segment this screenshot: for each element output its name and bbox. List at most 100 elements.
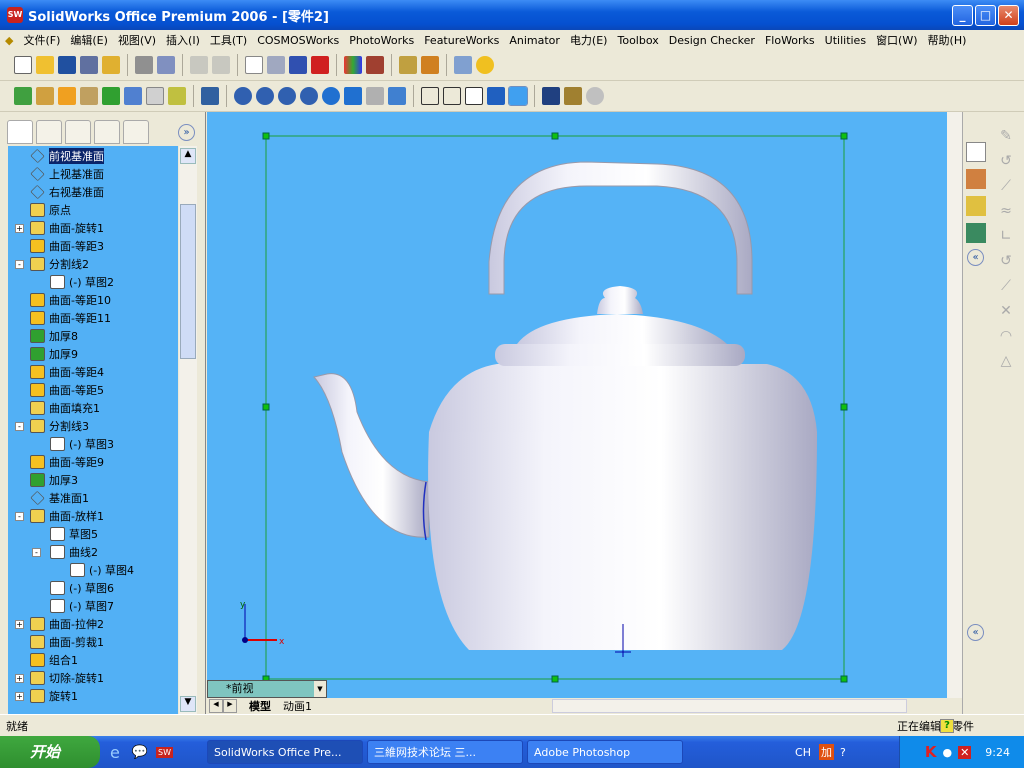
equations-icon[interactable] bbox=[399, 56, 417, 74]
menu-tools[interactable]: 工具(T) bbox=[205, 32, 252, 48]
expand-toggle-icon[interactable]: + bbox=[15, 673, 24, 683]
viewport-vertical-scrollbar[interactable] bbox=[947, 112, 962, 698]
rebuild-icon[interactable] bbox=[311, 56, 329, 74]
ie-quicklaunch-icon[interactable]: e bbox=[110, 743, 120, 762]
home-icon[interactable] bbox=[966, 142, 986, 162]
language-indicator[interactable]: CH bbox=[795, 746, 811, 759]
save-icon[interactable] bbox=[58, 56, 76, 74]
tab-animation1[interactable]: 动画1 bbox=[283, 698, 312, 714]
tree-item[interactable]: 原点 bbox=[30, 201, 71, 219]
expand-toggle-icon[interactable]: - bbox=[15, 421, 24, 431]
ime-icon[interactable]: 加 bbox=[818, 744, 834, 760]
wireframe-icon[interactable] bbox=[421, 87, 439, 105]
expand-toggle-icon[interactable]: + bbox=[15, 619, 24, 629]
tree-item[interactable]: 前视基准面 bbox=[30, 147, 104, 165]
hidden-lines-removed-icon[interactable] bbox=[465, 87, 483, 105]
tree-item[interactable]: + 切除-旋转1 bbox=[15, 669, 104, 687]
menu-featureworks[interactable]: FeatureWorks bbox=[419, 34, 504, 47]
tree-item[interactable]: - 曲面-放样1 bbox=[15, 507, 104, 525]
sketch-tools-toolbar[interactable]: ✎ ↺ ⟋ ≈ ∟ ↺ ⟋ ✕ ◠ △ bbox=[996, 124, 1016, 369]
help-status-icon[interactable]: ? bbox=[940, 719, 954, 733]
tree-item[interactable]: (-) 草图4 bbox=[70, 561, 134, 579]
tree-item[interactable]: 草图5 bbox=[50, 525, 98, 543]
rotate-icon[interactable] bbox=[322, 87, 340, 105]
preview-icon[interactable] bbox=[157, 56, 175, 74]
minimize-button[interactable]: _ bbox=[952, 5, 973, 26]
menu-app-icon[interactable]: ◆ bbox=[0, 34, 18, 47]
tree-item[interactable]: 曲面-等距5 bbox=[30, 381, 104, 399]
menu-animator[interactable]: Animator bbox=[504, 34, 565, 47]
task-forum-browser[interactable]: 三維网技术论坛 三... bbox=[367, 740, 524, 764]
collapse-pane-icon[interactable]: « bbox=[967, 249, 984, 266]
reference-geometry-icon[interactable] bbox=[58, 87, 76, 105]
tree-item[interactable]: (-) 草图3 bbox=[50, 435, 114, 453]
menu-help[interactable]: 帮助(H) bbox=[923, 32, 972, 48]
tree-item[interactable]: 组合1 bbox=[30, 651, 78, 669]
tab-photoworks[interactable] bbox=[94, 120, 120, 144]
realview-icon[interactable] bbox=[586, 87, 604, 105]
zoom-to-selection-icon[interactable] bbox=[300, 87, 318, 105]
tree-item[interactable]: 曲面-等距10 bbox=[30, 291, 111, 309]
task-photoshop[interactable]: Adobe Photoshop bbox=[527, 740, 684, 764]
tree-item[interactable]: 基准面1 bbox=[30, 489, 89, 507]
menu-view[interactable]: 视图(V) bbox=[113, 32, 161, 48]
file-explorer-icon[interactable] bbox=[966, 196, 986, 216]
ime-help-icon[interactable]: ? bbox=[840, 746, 846, 759]
menu-edit[interactable]: 编辑(E) bbox=[65, 32, 113, 48]
menu-insert[interactable]: 插入(I) bbox=[161, 32, 205, 48]
make-drawing-icon[interactable] bbox=[102, 56, 120, 74]
menu-electrical[interactable]: 电力(E) bbox=[565, 32, 613, 48]
undo-icon[interactable] bbox=[190, 56, 208, 74]
menu-design-checker[interactable]: Design Checker bbox=[664, 34, 760, 47]
menu-utilities[interactable]: Utilities bbox=[820, 34, 871, 47]
tree-item[interactable]: - 曲线2 bbox=[32, 543, 98, 561]
perspective-icon[interactable] bbox=[564, 87, 582, 105]
view-orientation-icon[interactable] bbox=[388, 87, 406, 105]
tree-item[interactable]: (-) 草图2 bbox=[50, 273, 114, 291]
zoom-to-fit-icon[interactable] bbox=[234, 87, 252, 105]
graphics-viewport[interactable]: xy *前视 ▼ bbox=[207, 112, 962, 698]
tree-scrollbar[interactable]: ▲ ▼ bbox=[179, 146, 197, 714]
tab-scroll-right[interactable]: ▶ bbox=[223, 699, 237, 713]
help-icon[interactable] bbox=[476, 56, 494, 74]
tree-item[interactable]: 曲面填充1 bbox=[30, 399, 100, 417]
tree-item[interactable]: 加厚8 bbox=[30, 327, 78, 345]
tree-item[interactable]: + 旋转1 bbox=[15, 687, 78, 705]
tree-item[interactable]: 曲面-等距9 bbox=[30, 453, 104, 471]
photoworks-icon[interactable] bbox=[421, 56, 439, 74]
tray-close-icon[interactable]: ✕ bbox=[958, 745, 972, 759]
tree-item[interactable]: (-) 草图6 bbox=[50, 579, 114, 597]
expand-toggle-icon[interactable]: - bbox=[15, 511, 24, 521]
new-icon[interactable] bbox=[14, 56, 32, 74]
shaded-icon[interactable] bbox=[508, 86, 528, 106]
select-icon[interactable] bbox=[245, 56, 263, 74]
expand-panel-icon[interactable]: » bbox=[178, 124, 195, 141]
tab-model[interactable]: 模型 bbox=[249, 698, 271, 714]
task-solidworks[interactable]: SolidWorks Office Pre... bbox=[207, 740, 364, 764]
tree-item[interactable]: (-) 草图7 bbox=[50, 597, 114, 615]
print-preview-icon[interactable] bbox=[80, 56, 98, 74]
scroll-up-button[interactable]: ▲ bbox=[180, 148, 196, 164]
tab-feature-manager[interactable] bbox=[7, 120, 33, 144]
select-filter-icon[interactable] bbox=[267, 56, 285, 74]
scroll-down-button[interactable]: ▼ bbox=[180, 696, 196, 712]
tree-item[interactable]: 上视基准面 bbox=[30, 165, 104, 183]
expand-toggle-icon[interactable]: + bbox=[15, 223, 24, 233]
view-name-dropdown[interactable]: *前视 ▼ bbox=[207, 680, 327, 698]
zoom-to-area-icon[interactable] bbox=[256, 87, 274, 105]
expand-toggle-icon[interactable]: - bbox=[32, 547, 41, 557]
messenger-quicklaunch-icon[interactable]: 💬 bbox=[132, 745, 148, 760]
expand-toggle-icon[interactable]: + bbox=[15, 691, 24, 701]
tree-item[interactable]: - 分割线2 bbox=[15, 255, 89, 273]
chevron-down-icon[interactable]: ▼ bbox=[314, 681, 326, 697]
shadows-icon[interactable] bbox=[542, 87, 560, 105]
tree-item[interactable]: 曲面-剪裁1 bbox=[30, 633, 104, 651]
hidden-lines-visible-icon[interactable] bbox=[443, 87, 461, 105]
roll-icon[interactable] bbox=[366, 87, 384, 105]
maximize-button[interactable]: □ bbox=[975, 5, 996, 26]
menu-file[interactable]: 文件(F) bbox=[18, 32, 65, 48]
sketch-icon[interactable] bbox=[289, 56, 307, 74]
solidworks-app-icon[interactable]: SW bbox=[7, 7, 23, 23]
expand-toggle-icon[interactable]: - bbox=[15, 259, 24, 269]
color-icon[interactable] bbox=[344, 56, 362, 74]
